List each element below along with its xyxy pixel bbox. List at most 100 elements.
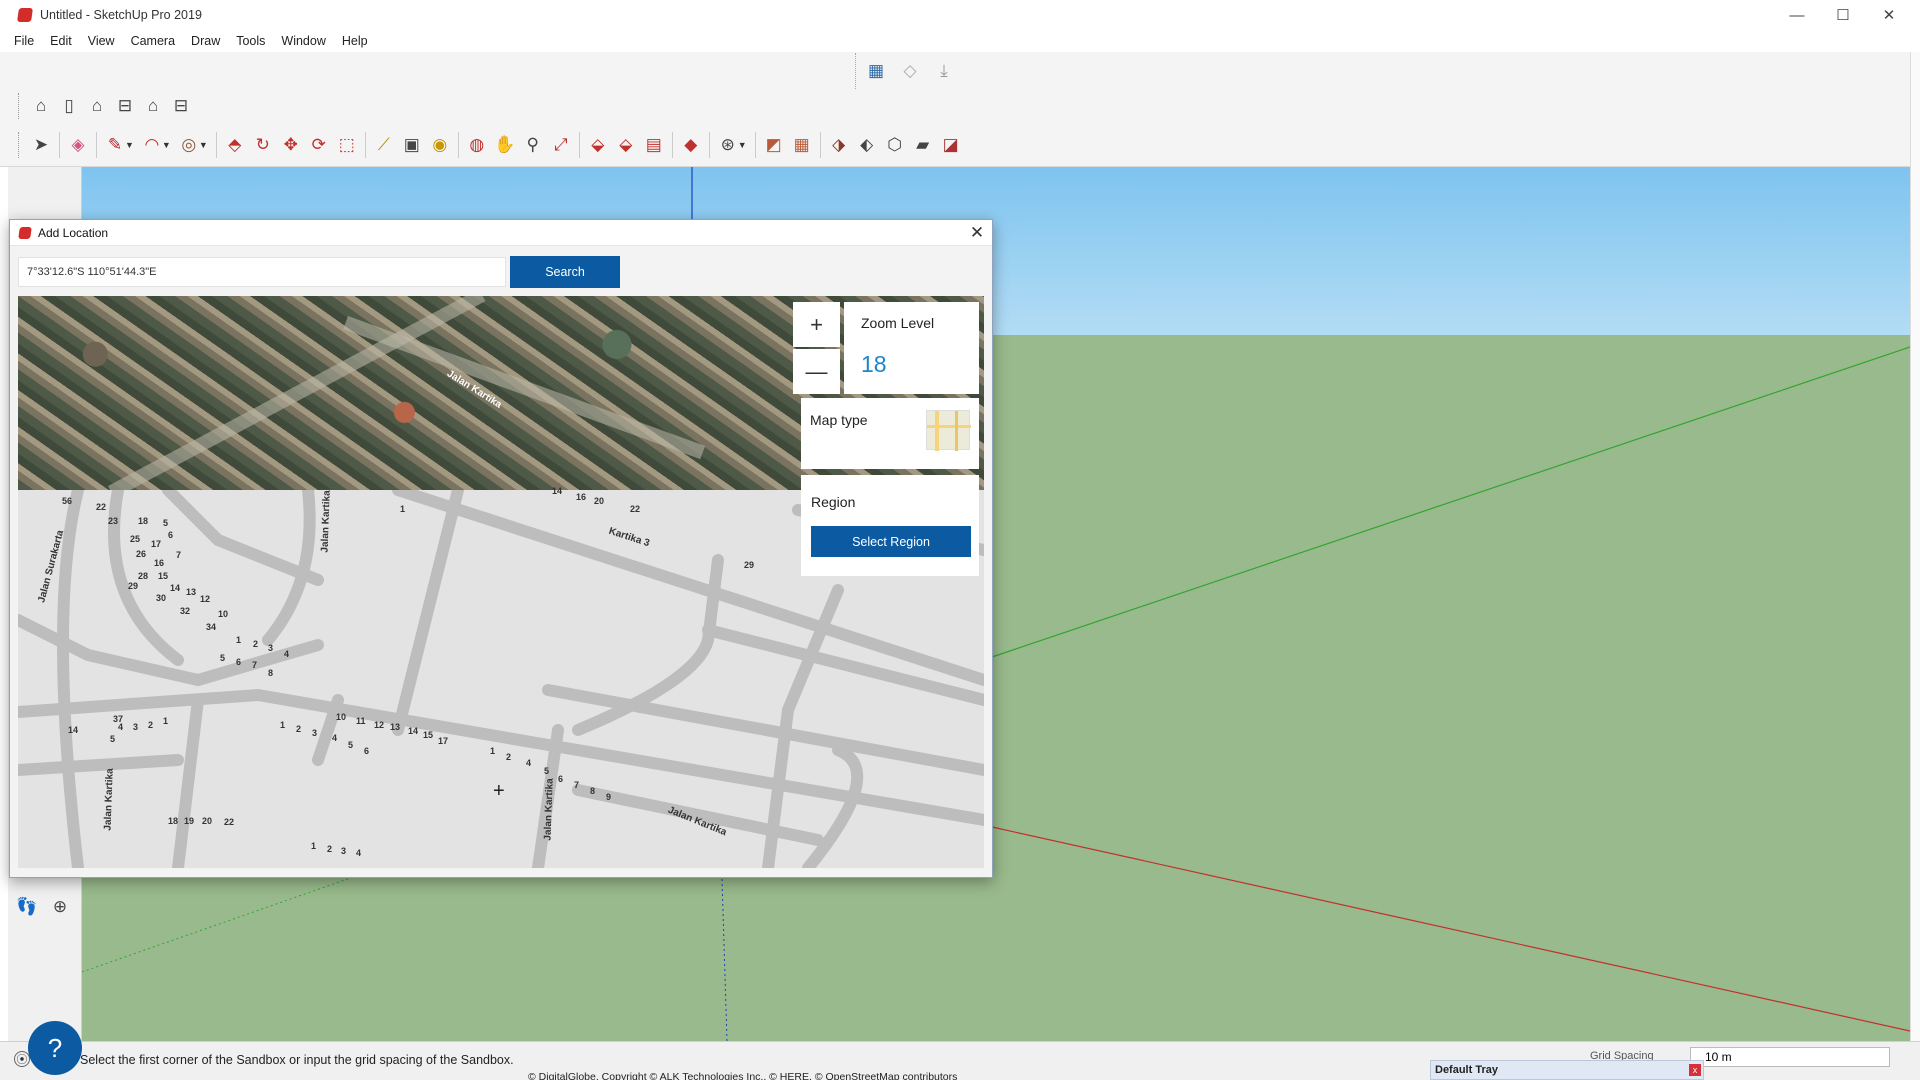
scale-icon[interactable]: ⬚ (333, 131, 361, 159)
house-number: 32 (180, 606, 191, 616)
get-models-icon[interactable]: ⤓ (930, 57, 958, 85)
model-info-icon[interactable]: ⬙ (584, 131, 612, 159)
smoove-icon[interactable]: ⬗ (825, 131, 853, 159)
menu-draw[interactable]: Draw (191, 34, 220, 48)
sandbox-from-scratch-icon[interactable]: ▦ (788, 131, 816, 159)
right-view-icon[interactable]: ⊟ (111, 92, 139, 120)
iso-view-icon[interactable]: ⌂ (27, 92, 55, 120)
stamp-icon[interactable]: ⬖ (853, 131, 881, 159)
warehouse-toolbar: ▦ ◇ ⤓ (855, 53, 964, 89)
house-number: 3 (268, 643, 274, 653)
toolbar-grip (18, 132, 21, 158)
menu-edit[interactable]: Edit (50, 34, 72, 48)
satellite-road (108, 296, 486, 490)
close-window-button[interactable]: ✕ (1866, 0, 1912, 30)
dialog-close-button[interactable]: ✕ (966, 222, 988, 244)
separator (819, 132, 821, 158)
maximize-button[interactable]: ☐ (1820, 0, 1866, 30)
map-type-panel[interactable]: Map type (801, 398, 979, 469)
blue-axis-dashed (721, 878, 728, 1041)
back-view-icon[interactable]: ⌂ (139, 92, 167, 120)
chevron-down-icon[interactable]: ▼ (125, 140, 134, 150)
house-number: 12 (200, 594, 211, 604)
menu-file[interactable]: File (14, 34, 34, 48)
toolbar-grip (18, 93, 21, 119)
toolbar-area: ▦ ◇ ⤓ ⌂ ▯ ⌂ ⊟ ⌂ ⊟ ➤ ◈ ✎ ▼ ◠ ▼ ◎ ▼ ⬘ ↻ ✥ … (0, 52, 1920, 167)
menu-view[interactable]: View (88, 34, 115, 48)
default-tray[interactable]: Default Tray x (1430, 1060, 1704, 1080)
orbit-icon[interactable]: ◍ (463, 131, 491, 159)
extension-warehouse-icon[interactable]: ▦ (862, 57, 890, 85)
map-street-label: Jalan Kartika (319, 490, 333, 553)
window-title: Untitled - SketchUp Pro 2019 (40, 8, 202, 22)
sketchup-logo-icon (17, 8, 33, 22)
house-number: 3 (133, 722, 139, 732)
paint-bucket-icon[interactable]: ◉ (426, 131, 454, 159)
chevron-down-icon[interactable]: ▼ (199, 140, 208, 150)
push-pull-icon[interactable]: ⬘ (221, 131, 249, 159)
zoom-icon[interactable]: ⚲ (519, 131, 547, 159)
house-number: 3 (341, 846, 347, 856)
location-search-input[interactable] (18, 257, 506, 287)
select-icon[interactable]: ➤ (27, 131, 55, 159)
select-region-button[interactable]: Select Region (811, 526, 971, 557)
top-view-icon[interactable]: ▯ (55, 92, 83, 120)
add-location-dialog: Add Location ✕ Search (9, 219, 993, 1080)
separator (96, 132, 97, 158)
drape-icon[interactable]: ⬡ (881, 131, 909, 159)
zoom-extents-icon[interactable]: ⤢ (547, 131, 575, 159)
help-button[interactable]: ? (28, 1021, 82, 1075)
house-number: 1 (163, 716, 169, 726)
zoom-level-panel: Zoom Level 18 (844, 302, 979, 394)
measurements-input[interactable] (1690, 1047, 1890, 1067)
pan-icon[interactable]: ✋ (491, 131, 519, 159)
styles-icon[interactable]: ▤ (640, 131, 668, 159)
house-number: 16 (576, 492, 587, 502)
tray-close-button[interactable]: x (1689, 1064, 1701, 1076)
house-number: 4 (118, 722, 124, 732)
chevron-down-icon[interactable]: ▼ (738, 140, 747, 150)
map-crosshair-icon: + (493, 780, 505, 802)
house-number: 30 (156, 593, 167, 603)
share-model-icon[interactable]: ◇ (896, 57, 924, 85)
rotate-icon[interactable]: ⟳ (305, 131, 333, 159)
position-camera-icon[interactable]: ⊕ (46, 893, 74, 921)
tape-measure-icon[interactable]: ⟋ (370, 131, 398, 159)
house-number: 7 (176, 550, 182, 560)
components-icon[interactable]: ⬙ (612, 131, 640, 159)
menu-help[interactable]: Help (342, 34, 368, 48)
left-view-icon[interactable]: ⊟ (167, 92, 195, 120)
menu-camera[interactable]: Camera (131, 34, 175, 48)
house-number: 14 (68, 725, 79, 735)
chevron-down-icon[interactable]: ▼ (162, 140, 171, 150)
text-icon[interactable]: ▣ (398, 131, 426, 159)
house-number: 1 (311, 841, 317, 851)
eraser-icon[interactable]: ◈ (64, 131, 92, 159)
house-number: 7 (574, 780, 580, 790)
minimize-button[interactable]: — (1774, 0, 1820, 30)
house-number: 1 (400, 504, 406, 514)
sandbox-from-contours-icon[interactable]: ◩ (760, 131, 788, 159)
house-number: 16 (154, 558, 165, 568)
house-number: 17 (438, 736, 449, 746)
add-detail-icon[interactable]: ▰ (909, 131, 937, 159)
tray-title: Default Tray (1435, 1064, 1498, 1076)
flip-edge-icon[interactable]: ◪ (937, 131, 965, 159)
menu-window[interactable]: Window (281, 34, 325, 48)
zoom-in-button[interactable]: + (793, 302, 840, 347)
zoom-out-button[interactable]: — (793, 349, 840, 394)
follow-me-icon[interactable]: ↻ (249, 131, 277, 159)
menu-tools[interactable]: Tools (236, 34, 265, 48)
sketchup-logo-icon (18, 226, 32, 239)
ruby-icon[interactable]: ◆ (677, 131, 705, 159)
move-icon[interactable]: ✥ (277, 131, 305, 159)
house-number: 23 (108, 516, 119, 526)
front-view-icon[interactable]: ⌂ (83, 92, 111, 120)
separator (708, 132, 710, 158)
house-number: 56 (62, 496, 73, 506)
search-button[interactable]: Search (510, 256, 620, 288)
zoom-level-value: 18 (861, 351, 887, 377)
walk-icon[interactable]: 👣 (13, 893, 41, 921)
map-type-thumbnail-icon[interactable] (926, 410, 971, 451)
house-number: 10 (336, 712, 347, 722)
